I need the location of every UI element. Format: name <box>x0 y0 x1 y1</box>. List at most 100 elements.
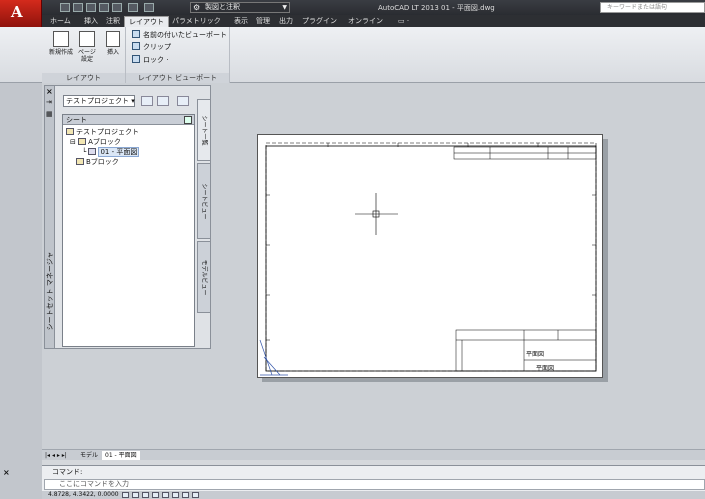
tree-root[interactable]: テストプロジェクト <box>66 127 139 137</box>
tab-model-views-label: モデルビュー <box>200 259 208 296</box>
close-icon[interactable]: × <box>46 87 53 96</box>
chevron-down-icon: ▼ <box>282 4 287 11</box>
tab-parametric[interactable]: パラメトリック <box>168 16 225 27</box>
sheet-01-label: 01 - 平面図 <box>98 147 140 157</box>
gear-icon: ⚙ <box>193 3 201 12</box>
ribbon-options-icon[interactable]: ▭ · <box>394 16 413 27</box>
palette-title: シートセット マネージャ <box>46 251 54 331</box>
insert-view-icon <box>106 31 120 47</box>
sheet-set-name: テストプロジェクト <box>66 97 129 105</box>
title-block-sheet-name-2: 平面図 <box>536 365 555 372</box>
autohide-icon[interactable]: ⇥ <box>46 98 52 106</box>
tab-layout-01[interactable]: 01 - 平面図 <box>102 451 140 460</box>
drawing-border <box>265 145 597 372</box>
ucs-icon <box>259 339 288 376</box>
page-setup-label-2: 設定 <box>80 56 93 63</box>
grid-toggle-icon[interactable] <box>132 492 139 498</box>
tree-item-block-b[interactable]: Bブロック <box>76 157 119 167</box>
plot-stamp-icon[interactable] <box>157 96 169 106</box>
insert-view-button[interactable]: 挿入 <box>102 31 124 56</box>
properties-icon[interactable]: ▦ <box>46 110 53 118</box>
tab-home[interactable]: ホーム <box>46 16 75 27</box>
tab-sheet-list[interactable]: シート一覧 <box>197 99 211 161</box>
revision-block <box>453 146 597 160</box>
page-setup-icon <box>79 31 95 47</box>
layout-paper[interactable]: 平面図 平面図 <box>257 134 603 378</box>
tab-sheet-list-label: シート一覧 <box>200 115 208 146</box>
close-icon[interactable]: × <box>3 468 10 477</box>
printable-area-border <box>265 142 597 372</box>
tree-item-block-a[interactable]: ⊟ Aブロック <box>70 137 121 147</box>
sheet-set-icon <box>66 128 74 135</box>
tab-view[interactable]: 表示 <box>230 16 252 27</box>
subset-icon <box>76 158 84 165</box>
tab-model-views[interactable]: モデルビュー <box>197 241 211 313</box>
clip-button[interactable]: クリップ <box>132 42 171 53</box>
panel-viewports: 名前の付いたビューポート クリップ ロック · レイアウト ビューポート <box>126 27 230 83</box>
tab-model[interactable]: モデル <box>80 451 98 460</box>
page-setup-button[interactable]: ページ 設定 <box>74 31 100 63</box>
block-b-label: Bブロック <box>86 158 119 166</box>
tab-insert[interactable]: 挿入 <box>80 16 102 27</box>
title-bar: ⚙ 製図と注釈 ▼ AutoCAD LT 2013 01 - 平面図.dwg キ… <box>0 0 705 15</box>
search-input[interactable]: キーワードまたは語句 <box>600 2 705 13</box>
osnap-toggle-icon[interactable] <box>162 492 169 498</box>
window-title: AutoCAD LT 2013 01 - 平面図.dwg <box>378 4 495 12</box>
save-as-icon[interactable] <box>99 3 109 12</box>
page-setup-label: ページ <box>78 49 96 56</box>
tab-layout[interactable]: レイアウト <box>124 16 169 27</box>
tab-annotate[interactable]: 注釈 <box>102 16 124 27</box>
block-a-label: Aブロック <box>88 138 121 146</box>
undo-icon[interactable] <box>128 3 138 12</box>
sheet-selection-icon[interactable] <box>177 96 189 106</box>
tab-online[interactable]: オンライン <box>344 16 387 27</box>
polar-toggle-icon[interactable] <box>152 492 159 498</box>
ortho-toggle-icon[interactable] <box>142 492 149 498</box>
autocad-logo-icon: A <box>11 3 23 21</box>
plot-icon[interactable] <box>112 3 122 12</box>
palette-titlebar[interactable]: × ⇥ ▦ シートセット マネージャ <box>45 86 55 348</box>
ribbon-left-filler <box>0 27 42 83</box>
new-layout-icon <box>53 31 69 47</box>
save-icon[interactable] <box>86 3 96 12</box>
tab-sheet-views[interactable]: シートビュー <box>197 163 211 239</box>
tree-header-toggle[interactable] <box>184 116 192 124</box>
ribbon-tab-strip: ホーム 挿入 注釈 レイアウト パラメトリック 表示 管理 出力 プラグイン オ… <box>42 15 705 27</box>
tab-sheet-views-label: シートビュー <box>200 183 208 220</box>
crosshair-cursor <box>355 193 398 235</box>
sheet-set-dropdown[interactable]: テストプロジェクト ▾ <box>63 95 135 107</box>
open-icon[interactable] <box>73 3 83 12</box>
dyn-toggle-icon[interactable] <box>182 492 189 498</box>
tab-output[interactable]: 出力 <box>275 16 297 27</box>
workspace-label: 製図と注釈 <box>205 3 240 11</box>
tree-root-label: テストプロジェクト <box>76 128 139 136</box>
named-viewport-button[interactable]: 名前の付いたビューポート <box>132 30 227 41</box>
lock-button[interactable]: ロック · <box>132 55 168 66</box>
snap-toggle-icon[interactable] <box>122 492 129 498</box>
publish-icon[interactable] <box>141 96 153 106</box>
new-layout-button[interactable]: 新規作成 <box>48 31 74 56</box>
workspace-dropdown[interactable]: ⚙ 製図と注釈 ▼ <box>190 2 290 13</box>
sheet-set-manager-palette: × ⇥ ▦ シートセット マネージャ テストプロジェクト ▾ シート テストプロ… <box>44 85 211 349</box>
subset-icon <box>78 138 87 145</box>
left-dock-strip <box>0 83 42 499</box>
clip-icon <box>132 42 140 50</box>
command-history: コマンド: <box>52 468 83 476</box>
application-menu-button[interactable]: A <box>0 0 42 27</box>
new-layout-label: 新規作成 <box>48 49 73 56</box>
tab-plugins[interactable]: プラグイン <box>298 16 341 27</box>
sheet-icon <box>88 148 97 155</box>
new-icon[interactable] <box>60 3 70 12</box>
lock-label: ロック · <box>143 56 169 64</box>
drawing-frame <box>259 142 597 376</box>
layout-nav-arrows[interactable]: |◂ ◂ ▸ ▸| <box>45 451 67 460</box>
lweight-toggle-icon[interactable] <box>192 492 199 498</box>
ribbon: 新規作成 ページ 設定 挿入 レイアウト 名前の付いたビューポート クリップ ロ… <box>42 27 705 83</box>
tree-item-sheet-01[interactable]: └ 01 - 平面図 <box>82 147 140 157</box>
tab-manage[interactable]: 管理 <box>252 16 274 27</box>
otrack-toggle-icon[interactable] <box>172 492 179 498</box>
redo-icon[interactable] <box>144 3 154 12</box>
command-input[interactable]: ここにコマンドを入力 <box>44 479 705 490</box>
insert-view-label: 挿入 <box>106 49 119 56</box>
panel-title-layout: レイアウト <box>42 73 125 83</box>
